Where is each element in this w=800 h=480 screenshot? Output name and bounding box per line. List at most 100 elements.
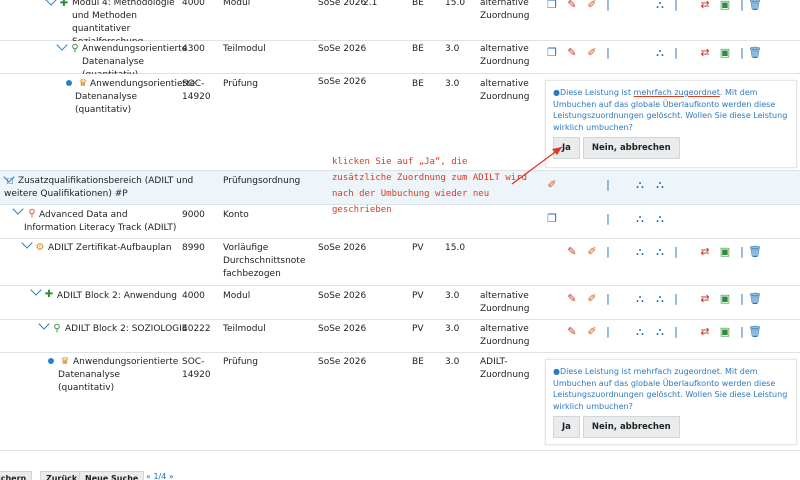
row-ects: 15.0 [445,243,466,253]
edit-icon[interactable]: ✎ [565,325,579,339]
row-actions: ❐ ✎ ✐ | ⛬ | ⇄ ▣ | 🗑 [545,0,795,12]
row-title: Advanced Data and Information Literacy T… [24,210,177,233]
bullet-icon [48,358,54,364]
info-icon: ● [553,88,560,97]
tree-icon[interactable]: ⛬ [653,292,667,306]
calendar-add-icon[interactable]: ▣ [718,0,732,12]
row-title: ADILT Block 2: Anwendung [57,291,177,301]
pencil-icon[interactable]: ✐ [585,245,599,259]
cancel-button[interactable]: Nein, abbrechen [582,416,680,438]
edit-icon[interactable]: ✎ [565,0,579,12]
chevron-down-icon[interactable] [45,0,57,6]
calendar-add-icon[interactable]: ▣ [718,325,732,339]
row-actions: ✎ ✐ | ⛬ ⛬ | ⇄ ▣ | 🗑 [545,245,795,259]
trash-icon[interactable]: 🗑 [748,0,762,12]
trash-icon[interactable]: 🗑 [748,292,762,306]
chevron-down-icon[interactable] [12,203,24,215]
back-button[interactable]: Zurück [40,471,84,480]
yes-button[interactable]: Ja [553,137,580,159]
row-status: BE [412,357,424,367]
row-status: BE [412,0,424,8]
yes-button[interactable]: Ja [553,416,580,438]
row-type: Modul [223,0,251,8]
submodule-icon: ⚲ [71,43,79,54]
separator-bar: | [740,292,744,305]
chevron-down-icon[interactable] [38,318,50,330]
row-type: Prüfung [223,357,258,367]
edit-icon[interactable]: ✎ [565,292,579,306]
tree-icon[interactable]: ⛬ [653,46,667,60]
row-ects: 3.0 [445,44,460,54]
row-semester: SoSe 2026 [318,291,367,301]
swap-icon[interactable]: ⇄ [698,46,712,60]
copy-icon[interactable]: ❐ [545,0,559,12]
document-icon[interactable]: ❐ [545,212,559,226]
row-semester: SoSe 2026 [318,0,367,8]
swap-icon[interactable]: ⇄ [698,245,712,259]
separator-bar: | [606,0,610,11]
tree-icon[interactable]: ⛬ [633,325,647,339]
table-row: ♛ Anwendungsorientierte Datenanalyse (qu… [0,353,800,451]
separator-bar: | [674,0,678,11]
tree-icon[interactable]: ⛬ [653,245,667,259]
edit-icon[interactable]: ✎ [565,245,579,259]
separator-bar: | [740,325,744,338]
edit-icon[interactable]: ✎ [565,46,579,60]
table-row: ⚲ ADILT Block 2: SOZIOLOGIE 40222 Teilmo… [0,318,800,353]
row-number: 4300 [182,44,205,54]
trash-icon[interactable]: 🗑 [748,245,762,259]
dialog-text: Diese Leistung ist [559,88,634,97]
pencil-icon[interactable]: ✐ [585,0,599,12]
calendar-add-icon[interactable]: ▣ [718,46,732,60]
dialog-link[interactable]: mehrfach zugeordnet [634,367,720,376]
row-type: Teilmodul [223,44,266,54]
rebook-confirm-dialog: ●Diese Leistung ist mehrfach zugeordnet.… [545,359,797,445]
row-ects: 15.0 [445,0,466,8]
rebook-icon[interactable]: ✐ [545,178,559,192]
tree-icon[interactable]: ⛬ [633,245,647,259]
row-status: BE [412,79,424,89]
separator-bar: | [606,212,610,225]
pencil-icon[interactable]: ✐ [585,325,599,339]
swap-icon[interactable]: ⇄ [698,292,712,306]
calendar-add-icon[interactable]: ▣ [718,245,732,259]
row-type: Konto [223,210,249,220]
tree-icon[interactable]: ⛬ [633,178,647,192]
table-row: ⚙ ADILT Zertifikat-Aufbauplan 8990 Vorlä… [0,237,800,286]
trash-icon[interactable]: 🗑 [748,46,762,60]
pager[interactable]: « 1/4 » [146,472,174,480]
tree-icon[interactable]: ⛬ [653,0,667,12]
swap-icon[interactable]: ⇄ [698,325,712,339]
row-semester: SoSe 2026 [318,243,367,253]
row-assignment: alternative Zuordnung [480,324,530,347]
dialog-link[interactable]: mehrfach zugeordnet [634,88,720,97]
save-button[interactable]: ichern [0,471,33,480]
swap-icon[interactable]: ⇄ [698,0,712,12]
tree-icon[interactable]: ⛬ [653,178,667,192]
cancel-button[interactable]: Nein, abbrechen [582,137,680,159]
tutorial-annotation: klicken Sie auf „Ja“, die zusätzliche Zu… [332,157,528,215]
module-icon: ✚ [44,289,54,300]
chevron-down-icon[interactable] [56,39,68,51]
info-icon: ● [553,367,560,376]
chevron-down-icon[interactable] [21,237,33,249]
table-row: ✚ ADILT Block 2: Anwendung 4000 Modul So… [0,284,800,320]
calendar-add-icon[interactable]: ▣ [718,292,732,306]
tree-icon[interactable]: ⛬ [653,212,667,226]
tree-icon[interactable]: ⛬ [633,212,647,226]
separator-bar: | [674,325,678,338]
chevron-down-icon[interactable] [30,284,42,296]
row-status: BE [412,44,424,54]
pencil-icon[interactable]: ✐ [585,46,599,60]
new-search-button[interactable]: Neue Suche [79,471,145,480]
row-number: 4000 [182,0,205,8]
row-ects: 3.0 [445,291,460,301]
pencil-icon[interactable]: ✐ [585,292,599,306]
row-number: SOC-14920 [182,79,211,102]
trash-icon[interactable]: 🗑 [748,325,762,339]
copy-icon[interactable]: ❐ [545,46,559,60]
row-semester: SoSe 2026 [318,324,367,334]
tree-icon[interactable]: ⛬ [653,325,667,339]
tree-icon[interactable]: ⛬ [633,292,647,306]
row-title: ADILT Block 2: SOZIOLOGIE [65,324,188,334]
